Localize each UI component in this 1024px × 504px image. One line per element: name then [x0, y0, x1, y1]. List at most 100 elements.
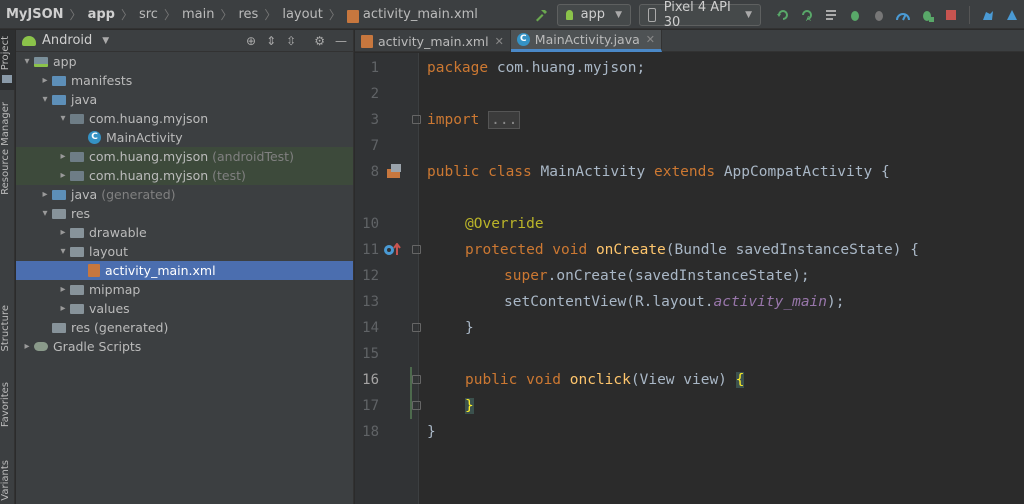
tree-item[interactable]: activity_main.xml [16, 261, 353, 280]
chevron-right-icon[interactable]: ▸ [20, 341, 34, 352]
project-view-selector[interactable]: Android [42, 33, 92, 48]
avd-manager-icon[interactable] [976, 3, 1000, 27]
chevron-down-icon[interactable]: ▾ [56, 113, 70, 124]
apply-changes-restart-icon[interactable] [771, 3, 795, 27]
close-icon[interactable]: ✕ [646, 33, 655, 46]
build-variants-tool-button[interactable]: Variants [0, 460, 15, 504]
strip-label-project: Project [0, 36, 11, 71]
chevron-down-icon[interactable]: ▾ [20, 56, 34, 67]
locate-crosshair-icon[interactable]: ⊕ [246, 34, 256, 48]
tree-item[interactable]: ▸ drawable [16, 223, 353, 242]
run-config-dropdown[interactable]: app ▼ [557, 3, 631, 26]
breadcrumb-separator: 〉 [69, 7, 82, 22]
chevron-down-icon[interactable]: ▾ [38, 208, 52, 219]
breadcrumb-item-layout[interactable]: layout [282, 7, 323, 22]
gear-icon[interactable]: ⚙ [314, 34, 325, 48]
tree-item[interactable]: ▾ layout [16, 242, 353, 261]
close-icon[interactable]: ✕ [495, 35, 504, 48]
tree-item-label: manifests [71, 73, 133, 88]
toolbar-divider [969, 5, 970, 24]
folded-imports[interactable]: ... [488, 111, 521, 129]
layout-link-icon[interactable] [386, 163, 401, 178]
project-tree: ▾ app ▸ manifests ▾ java ▾ com.huang.myjson C Mai… [16, 52, 353, 356]
code-line-3: import ... [427, 107, 521, 133]
breadcrumb-item-file[interactable]: activity_main.xml [363, 7, 478, 22]
chevron-right-icon[interactable]: ▸ [38, 189, 52, 200]
attach-debugger-icon[interactable] [867, 3, 891, 27]
tree-item[interactable]: res (generated) [16, 318, 353, 337]
chevron-down-icon[interactable]: ▾ [38, 94, 52, 105]
structure-tool-button[interactable]: Structure [0, 305, 15, 370]
hide-panel-icon[interactable]: — [335, 34, 347, 48]
tree-item[interactable]: ▾ app [16, 52, 353, 71]
code-editor[interactable]: 1 2 3 7 8 10 11 12 13 14 15 16 17 18 pac… [355, 53, 1024, 504]
run-config-label: app [580, 7, 606, 22]
code-line-1: package com.huang.myjson; [427, 60, 646, 76]
chevron-right-icon[interactable]: ▸ [56, 284, 70, 295]
folder-icon [70, 227, 84, 238]
line-number: 14 [362, 320, 379, 336]
expand-all-icon[interactable]: ⇕ [266, 34, 276, 48]
editor-tabs: activity_main.xml ✕ C MainActivity.java … [355, 30, 1024, 52]
code-line-14: } [465, 320, 474, 336]
breadcrumb: MyJSON 〉 app 〉 src 〉 main 〉 res 〉 layout… [0, 0, 478, 29]
tree-item[interactable]: ▾ res [16, 204, 353, 223]
tab-activity-main-xml[interactable]: activity_main.xml ✕ [355, 30, 511, 52]
tree-item[interactable]: ▾ java [16, 90, 353, 109]
line-number: 11 [362, 242, 379, 258]
project-panel-actions: ⊕ ⇕ ⇳ ⚙ — [246, 30, 347, 52]
device-dropdown[interactable]: Pixel 4 API 30 ▼ [639, 0, 761, 30]
code-line-18: } [427, 424, 436, 440]
fold-toggle-icon[interactable] [412, 115, 421, 124]
build-hammer-icon[interactable] [529, 3, 553, 27]
sdk-manager-icon[interactable] [1000, 3, 1024, 27]
line-number: 15 [362, 346, 379, 362]
line-number: 8 [370, 164, 379, 180]
tree-item[interactable]: ▸ Gradle Scripts [16, 337, 353, 356]
chevron-down-icon[interactable]: ▾ [56, 246, 70, 257]
svg-text:A: A [806, 15, 811, 22]
tree-item[interactable]: ▾ com.huang.myjson [16, 109, 353, 128]
debug-bug-icon[interactable] [843, 3, 867, 27]
fold-toggle-icon[interactable] [412, 245, 421, 254]
chevron-right-icon[interactable]: ▸ [56, 151, 70, 162]
tree-item-label: drawable [89, 225, 147, 240]
chevron-right-icon[interactable]: ▸ [56, 170, 70, 181]
project-panel-header: Android ▼ ⊕ ⇕ ⇳ ⚙ — [16, 30, 353, 52]
chevron-right-icon[interactable]: ▸ [56, 303, 70, 314]
tab-main-activity-java[interactable]: C MainActivity.java ✕ [510, 30, 662, 52]
collapse-all-icon[interactable]: ⇳ [286, 34, 296, 48]
profiler-gauge-icon[interactable] [891, 3, 915, 27]
tree-item-label: com.huang.myjson [89, 168, 209, 183]
breadcrumb-item-src[interactable]: src [139, 7, 158, 22]
package-icon [70, 170, 84, 181]
chevron-right-icon[interactable]: ▸ [38, 75, 52, 86]
tree-item[interactable]: ▸ com.huang.myjson (test) [16, 166, 353, 185]
tool-window-strip: Project Resource Manager Structure Favor… [0, 30, 15, 504]
fold-toggle-icon[interactable] [412, 401, 421, 410]
breadcrumb-item-project[interactable]: MyJSON [6, 7, 64, 22]
breadcrumb-item-res[interactable]: res [238, 7, 258, 22]
favorites-tool-button[interactable]: Favorites [0, 382, 15, 444]
chevron-right-icon[interactable]: ▸ [56, 227, 70, 238]
tab-label: MainActivity.java [534, 32, 640, 47]
logcat-icon[interactable] [819, 3, 843, 27]
tree-item[interactable]: ▸ java (generated) [16, 185, 353, 204]
apply-code-changes-icon[interactable]: A [795, 3, 819, 27]
breadcrumb-item-main[interactable]: main [182, 7, 214, 22]
override-method-icon[interactable] [383, 242, 401, 257]
fold-toggle-icon[interactable] [412, 375, 421, 384]
tree-item[interactable]: ▸ com.huang.myjson (androidTest) [16, 147, 353, 166]
breadcrumb-item-module[interactable]: app [88, 7, 115, 22]
debug-attach-icon[interactable] [915, 3, 939, 27]
navigation-bar: MyJSON 〉 app 〉 src 〉 main 〉 res 〉 layout… [0, 0, 1024, 30]
chevron-down-icon[interactable]: ▼ [102, 36, 109, 46]
tree-item[interactable]: ▸ values [16, 299, 353, 318]
tree-item[interactable]: ▸ mipmap [16, 280, 353, 299]
fold-toggle-icon[interactable] [412, 323, 421, 332]
tree-item[interactable]: ▸ manifests [16, 71, 353, 90]
resource-manager-tool-button[interactable]: Resource Manager [0, 102, 15, 212]
stop-icon[interactable] [939, 3, 963, 27]
line-number: 7 [370, 138, 379, 154]
tree-item[interactable]: C MainActivity [16, 128, 353, 147]
